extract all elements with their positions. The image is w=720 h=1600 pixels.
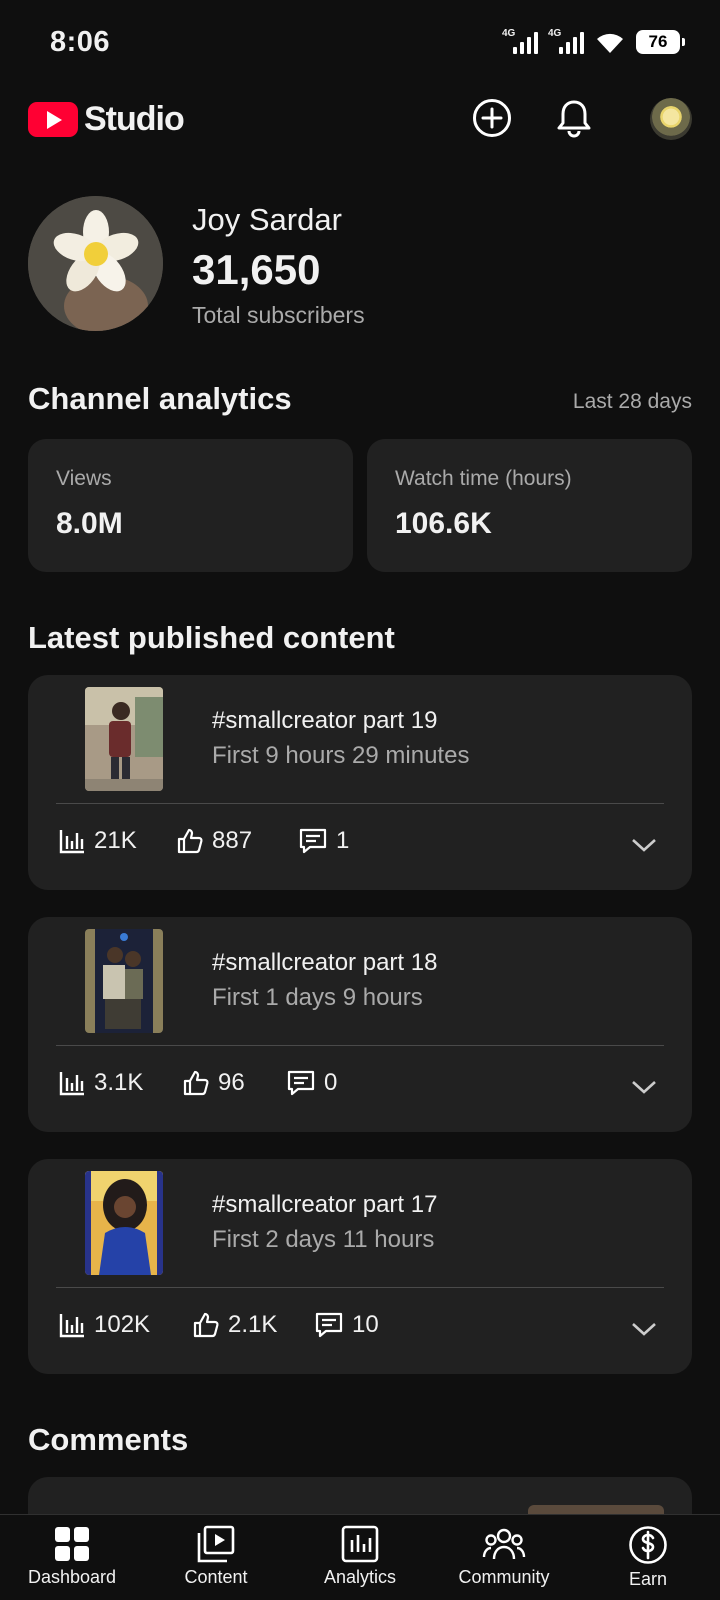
likes-count: 2.1K xyxy=(228,1311,278,1338)
nav-label: Analytics xyxy=(323,1567,397,1587)
comments-metric: 1 xyxy=(298,827,349,855)
comment-icon xyxy=(299,828,327,854)
video-period: First 9 hours 29 minutes xyxy=(212,742,470,769)
analytics-icon xyxy=(341,1525,379,1563)
thumbs-up-icon xyxy=(177,828,203,854)
expand-button[interactable] xyxy=(630,1073,658,1101)
subscriber-label: Total subscribers xyxy=(192,302,365,328)
battery-icon: 76 xyxy=(636,30,685,54)
nav-label: Community xyxy=(458,1567,550,1587)
content-card[interactable]: #smallcreator part 17 First 2 days 11 ho… xyxy=(28,1159,692,1374)
analytics-range: Last 28 days xyxy=(572,390,692,413)
earn-icon xyxy=(629,1526,667,1564)
nav-earn[interactable]: Earn xyxy=(576,1515,720,1600)
nav-label: Content xyxy=(184,1567,248,1587)
bar-chart-icon xyxy=(59,830,84,854)
status-bar: 8:06 4G 4G 76 xyxy=(0,0,720,88)
latest-content-title: Latest published content xyxy=(28,620,395,655)
thumbs-up-icon xyxy=(183,1070,209,1096)
content-card[interactable]: #smallcreator part 19 First 9 hours 29 m… xyxy=(28,675,692,890)
video-period: First 1 days 9 hours xyxy=(212,984,423,1011)
channel-summary: Joy Sardar 31,650 Total subscribers xyxy=(28,196,692,332)
comments-count: 10 xyxy=(352,1311,379,1338)
video-title: #smallcreator part 17 xyxy=(212,1191,438,1218)
comments-count: 0 xyxy=(324,1069,338,1096)
bottom-navigation: Dashboard Content Analytics Community Ea… xyxy=(0,1514,720,1600)
nav-community[interactable]: Community xyxy=(432,1515,576,1600)
nav-label: Earn xyxy=(628,1569,668,1589)
bar-chart-icon xyxy=(59,1314,84,1338)
bar-chart-icon xyxy=(59,1072,84,1096)
divider xyxy=(56,1287,664,1288)
likes-count: 887 xyxy=(212,827,253,854)
notifications-button[interactable] xyxy=(552,96,596,140)
comments-metric: 0 xyxy=(286,1069,337,1097)
nav-dashboard[interactable]: Dashboard xyxy=(0,1515,144,1600)
divider xyxy=(56,1045,664,1046)
views-count: 3.1K xyxy=(94,1069,144,1096)
content-card[interactable]: #smallcreator part 18 First 1 days 9 hou… xyxy=(28,917,692,1132)
video-thumbnail[interactable] xyxy=(85,929,163,1033)
video-title: #smallcreator part 19 xyxy=(212,707,438,734)
wifi-icon xyxy=(597,33,623,53)
expand-button[interactable] xyxy=(630,1315,658,1343)
likes-metric: 96 xyxy=(182,1069,245,1097)
divider xyxy=(56,803,664,804)
nav-content[interactable]: Content xyxy=(144,1515,288,1600)
bell-icon xyxy=(557,100,591,138)
nav-analytics[interactable]: Analytics xyxy=(288,1515,432,1600)
youtube-logo-icon xyxy=(28,102,78,137)
video-thumbnail[interactable] xyxy=(85,1171,163,1275)
watch-time-card[interactable]: Watch time (hours) 106.6K xyxy=(367,439,692,572)
status-icons: 4G 4G 76 xyxy=(502,28,685,56)
flower-image xyxy=(28,196,163,331)
watch-time-label: Watch time (hours) xyxy=(395,467,572,490)
chevron-down-icon xyxy=(632,1323,656,1336)
channel-avatar[interactable] xyxy=(28,196,163,331)
create-button[interactable] xyxy=(470,96,514,140)
watch-time-value: 106.6K xyxy=(395,507,492,540)
views-count: 21K xyxy=(94,827,137,854)
likes-count: 96 xyxy=(218,1069,245,1096)
video-title: #smallcreator part 18 xyxy=(212,949,438,976)
video-period: First 2 days 11 hours xyxy=(212,1226,435,1253)
comments-title: Comments xyxy=(28,1422,189,1457)
expand-button[interactable] xyxy=(630,831,658,859)
status-time: 8:06 xyxy=(50,26,111,58)
thumbs-up-icon xyxy=(193,1312,219,1338)
comments-metric: 10 xyxy=(314,1311,379,1339)
channel-name: Joy Sardar xyxy=(192,202,342,237)
account-avatar[interactable] xyxy=(650,98,692,140)
channel-analytics-title: Channel analytics xyxy=(28,381,292,416)
comment-icon xyxy=(315,1312,343,1338)
studio-logo[interactable]: Studio xyxy=(28,100,185,139)
views-label: Views xyxy=(56,467,112,490)
brand-name: Studio xyxy=(84,100,185,138)
views-count: 102K xyxy=(94,1311,151,1338)
chevron-down-icon xyxy=(632,1081,656,1094)
app-header: Studio xyxy=(0,92,720,148)
signal-icon: 4G xyxy=(502,28,538,56)
signal-icon: 4G xyxy=(548,28,584,56)
views-metric: 3.1K xyxy=(58,1069,143,1097)
add-circle-icon xyxy=(473,99,511,137)
views-metric: 102K xyxy=(58,1311,150,1339)
dashboard-icon xyxy=(55,1527,89,1561)
likes-metric: 887 xyxy=(176,827,252,855)
views-metric: 21K xyxy=(58,827,137,855)
content-icon xyxy=(197,1525,235,1563)
subscriber-count: 31,650 xyxy=(192,246,321,293)
chevron-down-icon xyxy=(632,839,656,852)
nav-label: Dashboard xyxy=(27,1567,117,1587)
likes-metric: 2.1K xyxy=(192,1311,277,1339)
views-value: 8.0M xyxy=(56,507,123,540)
comments-count: 1 xyxy=(336,827,350,854)
views-card[interactable]: Views 8.0M xyxy=(28,439,353,572)
comment-icon xyxy=(287,1070,315,1096)
video-thumbnail[interactable] xyxy=(85,687,163,791)
community-icon xyxy=(482,1528,526,1560)
